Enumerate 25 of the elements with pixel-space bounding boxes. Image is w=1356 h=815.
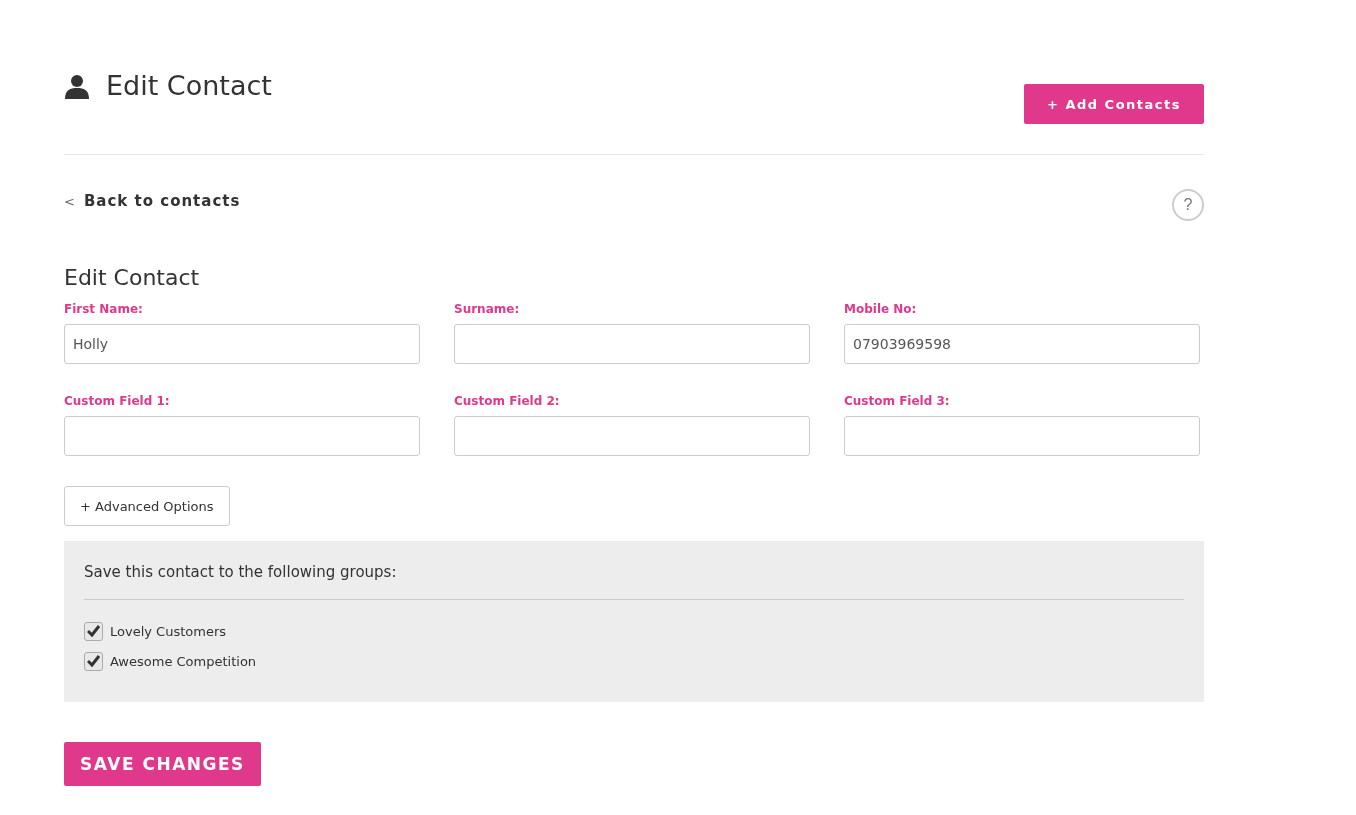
help-button[interactable]: ?: [1172, 189, 1204, 221]
input-field[interactable]: [454, 324, 810, 364]
back-link[interactable]: < Back to contacts: [64, 192, 241, 210]
field-label: First Name:: [64, 302, 144, 316]
input-field[interactable]: Holly: [64, 324, 420, 364]
group-label: Lovely Customers: [110, 623, 227, 639]
input-field[interactable]: [64, 416, 420, 456]
group-label: Awesome Competition: [110, 653, 257, 669]
field-label: Mobile No:: [844, 302, 918, 316]
save-changes-button[interactable]: SAVE CHANGES: [64, 742, 261, 786]
field-label: Custom Field 1:: [64, 394, 171, 408]
advanced-options-button[interactable]: + Advanced Options: [64, 486, 230, 526]
checkbox[interactable]: [84, 651, 103, 671]
person-icon: [64, 72, 90, 99]
field-label: Custom Field 3:: [844, 394, 951, 408]
input-field[interactable]: 07903969598: [844, 324, 1200, 364]
field-label: Surname:: [454, 302, 521, 316]
add-contacts-button[interactable]: + Add Contacts: [1024, 84, 1204, 124]
input-field[interactable]: [454, 416, 810, 456]
field-label: Custom Field 2:: [454, 394, 561, 408]
groups-title: Save this contact to the following groups:: [84, 563, 1184, 600]
checkbox[interactable]: [84, 621, 103, 641]
input-field[interactable]: [844, 416, 1200, 456]
page-title: Edit Contact: [106, 70, 272, 101]
form-title: Edit Contact: [64, 265, 201, 290]
